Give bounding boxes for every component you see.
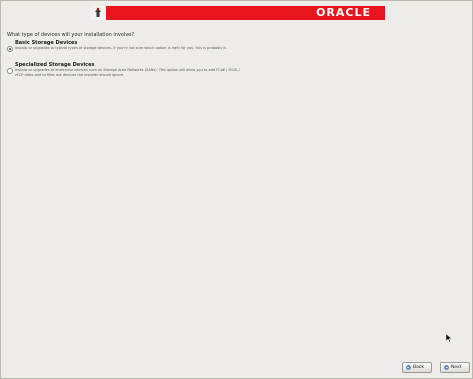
next-label: Next [451, 365, 462, 370]
mouse-pointer-icon [445, 327, 453, 343]
basic-storage-radio[interactable] [7, 46, 13, 52]
installer-window: ORACLE What type of devices will your in… [0, 0, 473, 379]
installer-logo-icon [90, 6, 106, 20]
back-label: Back [413, 365, 424, 370]
brand-name: ORACLE [316, 6, 371, 19]
header-banner: ORACLE [90, 6, 385, 20]
specialized-storage-description: Installs or upgrades to enterprise devic… [15, 68, 240, 77]
next-button[interactable]: Next [440, 362, 470, 373]
arrow-right-icon [444, 365, 449, 370]
device-type-question: What type of devices will your installat… [7, 32, 135, 38]
basic-storage-description: Installs or upgrades to typical types of… [15, 46, 227, 50]
specialized-storage-radio[interactable] [7, 68, 13, 74]
arrow-left-icon [406, 365, 411, 370]
back-button[interactable]: Back [402, 362, 432, 373]
